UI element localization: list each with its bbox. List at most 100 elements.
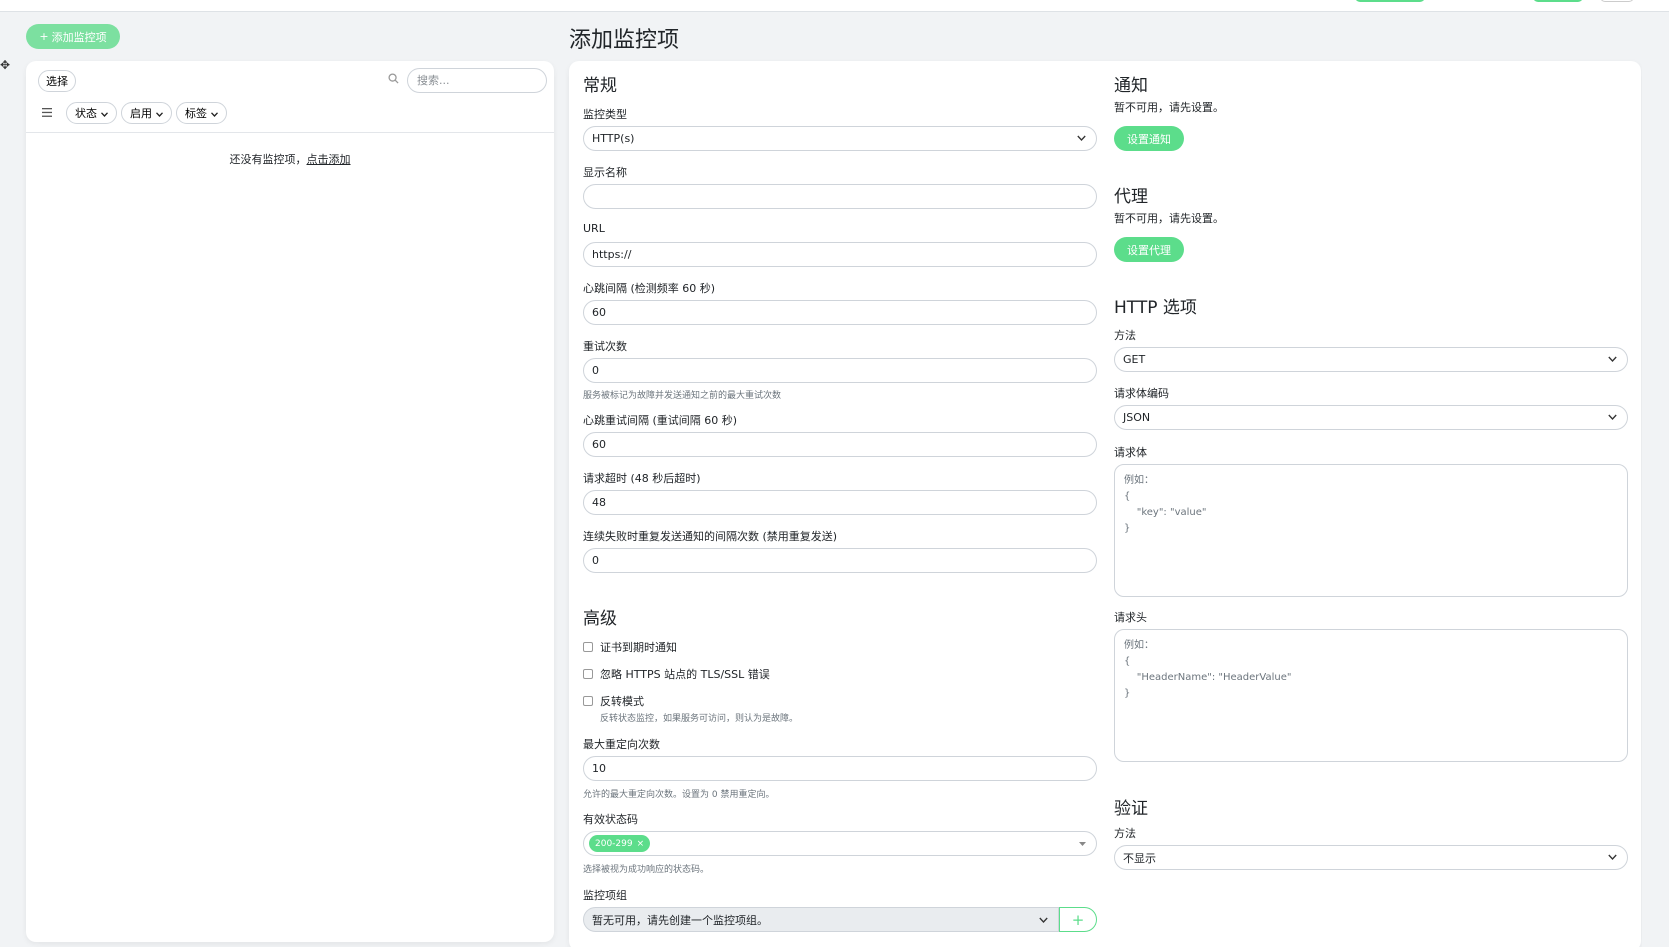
status-filter-label: 状态 — [75, 107, 97, 120]
chevron-down-icon — [1608, 354, 1617, 365]
notifications-section-title: 通知 — [1114, 76, 1148, 96]
resend-interval-label: 连续失败时重复发送通知的间隔次数 (禁用重复发送) — [583, 530, 838, 543]
display-name-label: 显示名称 — [583, 166, 627, 179]
setup-notification-button[interactable]: 设置通知 — [1114, 126, 1184, 151]
request-body-label: 请求体 — [1114, 446, 1147, 459]
status-filter[interactable]: 状态 — [66, 102, 117, 124]
add-monitor-button[interactable]: + 添加监控项 — [26, 24, 120, 49]
body-encoding-label: 请求体编码 — [1114, 387, 1169, 400]
monitor-list-panel: 选择 状态 启用 标签 还没有监控项，点击添加 — [26, 61, 554, 942]
auth-method-value: 不显示 — [1123, 851, 1156, 865]
http-method-label: 方法 — [1114, 329, 1136, 342]
select-button[interactable]: 选择 — [38, 70, 76, 92]
monitor-group-select[interactable]: 暂无可用，请先创建一个监控项组。 — [583, 907, 1059, 932]
status-codes-select[interactable]: 200-299 × — [583, 831, 1097, 856]
notifications-unavailable: 暂不可用，请先设置。 — [1114, 101, 1224, 114]
timeout-label: 请求超时 (48 秒后超时) — [583, 472, 701, 485]
caret-down-icon — [1079, 838, 1086, 849]
upside-down-hint: 反转状态监控，如果服务可访问，则认为是故障。 — [600, 714, 799, 724]
monitor-type-label: 监控类型 — [583, 108, 627, 121]
upside-down-label: 反转模式 — [600, 695, 644, 708]
timeout-input[interactable]: 48 — [583, 490, 1097, 515]
cert-expiry-checkbox[interactable] — [583, 642, 593, 652]
upside-down-checkbox-row[interactable]: 反转模式 — [583, 693, 644, 709]
add-monitor-group-button[interactable]: + — [1059, 907, 1097, 932]
active-filter[interactable]: 启用 — [121, 102, 172, 124]
monitor-type-select[interactable]: HTTP(s) — [583, 126, 1097, 151]
filter-row: 状态 启用 标签 — [42, 102, 227, 124]
scrollbar-track[interactable] — [1642, 12, 1669, 947]
request-headers-label: 请求头 — [1114, 611, 1147, 624]
advanced-section-title: 高级 — [583, 609, 617, 629]
chevron-down-icon — [1039, 913, 1048, 926]
top-bar-button[interactable] — [1533, 0, 1583, 2]
setup-proxy-button[interactable]: 设置代理 — [1114, 237, 1184, 262]
request-headers-textarea[interactable]: 例如： { "HeaderName": "HeaderValue" } — [1114, 629, 1628, 762]
upside-down-checkbox[interactable] — [583, 696, 593, 706]
status-codes-label: 有效状态码 — [583, 813, 638, 826]
chevron-down-icon — [1608, 412, 1617, 423]
monitor-group-value: 暂无可用，请先创建一个监控项组。 — [592, 913, 768, 927]
top-bar — [0, 0, 1669, 12]
search-input[interactable] — [407, 68, 547, 93]
heartbeat-input[interactable]: 60 — [583, 300, 1097, 325]
http-method-value: GET — [1123, 353, 1146, 366]
general-section-title: 常规 — [583, 76, 617, 96]
tags-filter[interactable]: 标签 — [176, 102, 227, 124]
retries-label: 重试次数 — [583, 340, 627, 353]
resend-interval-input[interactable]: 0 — [583, 548, 1097, 573]
url-input[interactable]: https:// — [583, 242, 1097, 267]
monitor-group-label: 监控项组 — [583, 889, 627, 902]
heartbeat-label: 心跳间隔 (检测频率 60 秒) — [583, 282, 716, 295]
auth-section-title: 验证 — [1114, 799, 1148, 819]
max-redirects-hint: 允许的最大重定向次数。设置为 0 禁用重定向。 — [583, 790, 775, 800]
ignore-tls-checkbox-row[interactable]: 忽略 HTTPS 站点的 TLS/SSL 错误 — [583, 666, 770, 682]
plus-icon: + — [39, 30, 49, 43]
active-filter-label: 启用 — [130, 107, 152, 120]
click-to-add-link[interactable]: 点击添加 — [307, 153, 351, 166]
cert-expiry-label: 证书到期时通知 — [600, 641, 677, 654]
chevron-down-icon — [1077, 133, 1086, 144]
retry-interval-label: 心跳重试间隔 (重试间隔 60 秒) — [583, 414, 738, 427]
proxy-section-title: 代理 — [1114, 187, 1148, 207]
max-redirects-label: 最大重定向次数 — [583, 738, 660, 751]
divider — [26, 132, 554, 133]
top-bar-button[interactable] — [1600, 0, 1634, 2]
top-bar-button[interactable] — [1355, 0, 1425, 2]
chevron-down-icon — [156, 107, 163, 120]
empty-text: 还没有监控项， — [229, 153, 307, 166]
request-body-textarea[interactable]: 例如： { "key": "value" } — [1114, 464, 1628, 597]
chevron-down-icon — [1608, 852, 1617, 863]
empty-list-message: 还没有监控项，点击添加 — [26, 151, 554, 167]
status-code-tag-label: 200-299 — [595, 838, 633, 849]
monitor-type-value: HTTP(s) — [592, 132, 635, 145]
http-method-select[interactable]: GET — [1114, 347, 1628, 372]
status-code-tag: 200-299 × — [589, 835, 651, 852]
list-icon[interactable] — [42, 106, 62, 120]
retry-interval-input[interactable]: 60 — [583, 432, 1097, 457]
url-label: URL — [583, 222, 605, 235]
ignore-tls-checkbox[interactable] — [583, 669, 593, 679]
max-redirects-input[interactable]: 10 — [583, 756, 1097, 781]
page-title: 添加监控项 — [569, 28, 680, 53]
auth-method-select[interactable]: 不显示 — [1114, 845, 1628, 870]
tags-filter-label: 标签 — [185, 107, 207, 120]
search-icon — [388, 73, 399, 87]
chevron-down-icon — [101, 107, 108, 120]
body-encoding-select[interactable]: JSON — [1114, 405, 1628, 430]
monitor-form-panel: 常规 监控类型 HTTP(s) 显示名称 URL https:// 心跳间隔 (… — [569, 61, 1641, 947]
chevron-down-icon — [211, 107, 218, 120]
add-monitor-label: 添加监控项 — [51, 30, 107, 44]
auth-method-label: 方法 — [1114, 827, 1136, 840]
display-name-input[interactable] — [583, 184, 1097, 209]
body-encoding-value: JSON — [1123, 411, 1151, 424]
cert-expiry-checkbox-row[interactable]: 证书到期时通知 — [583, 639, 677, 655]
retries-input[interactable]: 0 — [583, 358, 1097, 383]
ignore-tls-label: 忽略 HTTPS 站点的 TLS/SSL 错误 — [600, 668, 770, 681]
proxy-unavailable: 暂不可用，请先设置。 — [1114, 212, 1224, 225]
move-cursor-icon: ✥ — [0, 58, 11, 72]
status-codes-hint: 选择被视为成功响应的状态码。 — [583, 865, 710, 875]
retries-hint: 服务被标记为故障并发送通知之前的最大重试次数 — [583, 391, 782, 401]
http-options-section-title: HTTP 选项 — [1114, 298, 1197, 318]
close-icon[interactable]: × — [637, 839, 645, 849]
